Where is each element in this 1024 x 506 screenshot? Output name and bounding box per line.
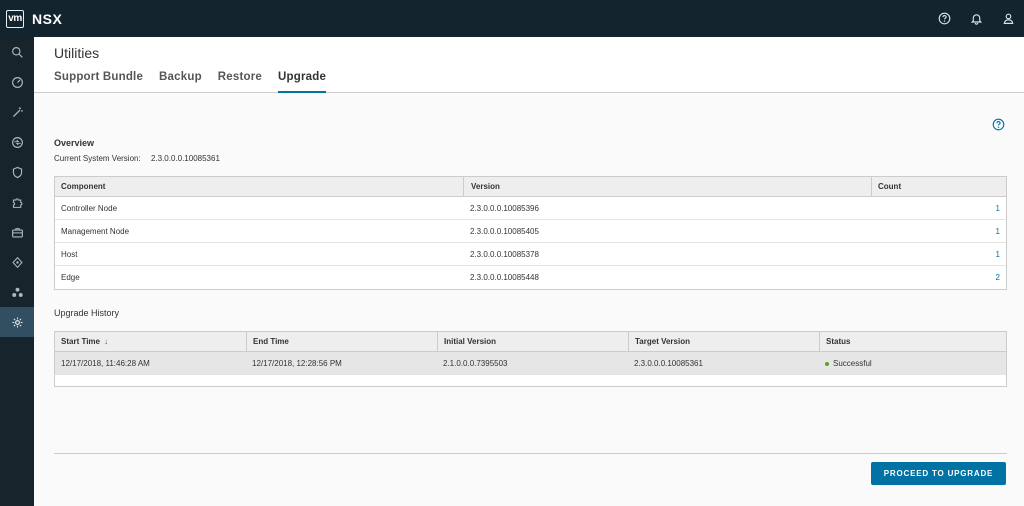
column-start-time[interactable]: Start Time ↓ <box>55 332 246 351</box>
user-icon[interactable] <box>992 0 1024 37</box>
history-table-header: Start Time ↓ End Time Initial Version Ta… <box>55 332 1006 352</box>
header-actions <box>928 0 1024 37</box>
component-version: 2.3.0.0.0.10085448 <box>470 273 539 282</box>
column-component[interactable]: Component <box>55 177 463 196</box>
nav-dashboard[interactable] <box>0 67 34 97</box>
inventory-icon <box>11 227 23 238</box>
success-status-icon <box>825 361 829 366</box>
network-icon <box>11 136 23 148</box>
column-status[interactable]: Status <box>819 332 1006 351</box>
component-name: Management Node <box>61 226 130 236</box>
component-count-link[interactable]: 1 <box>871 243 1006 265</box>
nav-fabric[interactable] <box>0 277 34 307</box>
help-icon[interactable] <box>928 0 960 37</box>
upgrade-history-title: Upgrade History <box>54 308 120 318</box>
component-name: Host <box>61 249 78 259</box>
search-icon <box>11 46 23 58</box>
sort-descending-icon[interactable]: ↓ <box>104 337 108 346</box>
component-version: 2.3.0.0.0.10085396 <box>470 203 539 213</box>
column-version[interactable]: Version <box>463 177 871 196</box>
proceed-to-upgrade-button[interactable]: PROCEED TO UPGRADE <box>871 462 1006 485</box>
component-name: Edge <box>61 273 80 282</box>
footer-divider <box>54 453 1007 454</box>
table-row: Host 2.3.0.0.0.10085378 1 <box>55 243 1006 266</box>
column-start-time-label: Start Time <box>61 337 100 346</box>
cluster-icon <box>11 287 23 297</box>
utility-tabs: Support Bundle Backup Restore Upgrade <box>54 69 342 93</box>
component-name: Controller Node <box>61 203 118 213</box>
table-row: Management Node 2.3.0.0.0.10085405 1 <box>55 220 1006 243</box>
puzzle-icon <box>12 197 22 208</box>
tab-upgrade[interactable]: Upgrade <box>278 69 327 93</box>
top-header: vm NSX <box>0 0 1024 37</box>
tab-restore[interactable]: Restore <box>218 69 262 93</box>
tab-backup[interactable]: Backup <box>159 69 202 93</box>
initial-version: 2.1.0.0.0.7395503 <box>443 359 508 368</box>
component-table-header: Component Version Count <box>55 177 1006 197</box>
page-help-icon[interactable] <box>992 118 1005 131</box>
upgrade-status: Successful <box>819 352 1006 375</box>
history-row[interactable]: 12/17/2018, 11:46:28 AM 12/17/2018, 12:2… <box>55 352 1006 375</box>
component-count-link[interactable]: 1 <box>871 197 1006 219</box>
status-text: Successful <box>833 359 872 368</box>
current-version-value: 2.3.0.0.0.10085361 <box>150 154 220 163</box>
nav-system[interactable] <box>0 307 34 337</box>
table-row: Edge 2.3.0.0.0.10085448 2 <box>55 266 1006 289</box>
nav-advanced[interactable] <box>0 247 34 277</box>
tab-support-bundle[interactable]: Support Bundle <box>54 69 143 93</box>
current-version: Current System Version: 2.3.0.0.0.100853… <box>54 154 220 163</box>
component-version: 2.3.0.0.0.10085378 <box>470 249 539 259</box>
bell-icon[interactable] <box>960 0 992 37</box>
wand-icon <box>12 106 23 117</box>
nav-security[interactable] <box>0 157 34 187</box>
system-gear-icon <box>11 316 23 328</box>
dashboard-icon <box>11 76 23 88</box>
overview-title: Overview <box>54 138 95 148</box>
nav-tools[interactable] <box>0 217 34 247</box>
shield-icon <box>12 166 22 178</box>
column-end-time[interactable]: End Time <box>246 332 437 351</box>
target-version: 2.3.0.0.0.10085361 <box>634 359 703 368</box>
column-initial-version[interactable]: Initial Version <box>437 332 628 351</box>
end-time: 12/17/2018, 12:28:56 PM <box>252 359 342 368</box>
page-header: Utilities Support Bundle Backup Restore … <box>34 37 1024 93</box>
current-version-label: Current System Version: <box>54 154 141 163</box>
nav-networking[interactable] <box>0 127 34 157</box>
side-navigation <box>0 37 34 506</box>
column-target-version[interactable]: Target Version <box>628 332 819 351</box>
column-count[interactable]: Count <box>871 177 1006 196</box>
start-time: 12/17/2018, 11:46:28 AM <box>61 359 150 368</box>
component-version: 2.3.0.0.0.10085405 <box>470 226 539 236</box>
nav-inventory[interactable] <box>0 187 34 217</box>
tools-icon <box>11 256 23 268</box>
nav-search[interactable] <box>0 37 34 67</box>
table-row: Controller Node 2.3.0.0.0.10085396 1 <box>55 197 1006 220</box>
component-count-link[interactable]: 1 <box>871 220 1006 242</box>
component-count-link[interactable]: 2 <box>871 266 1006 289</box>
nav-getting-started[interactable] <box>0 97 34 127</box>
vmware-logo: vm <box>6 9 24 28</box>
component-table: Component Version Count Controller Node … <box>54 176 1007 290</box>
page-title: Utilities <box>54 45 100 61</box>
app-name: NSX <box>32 10 63 27</box>
upgrade-history-table: Start Time ↓ End Time Initial Version Ta… <box>54 331 1007 387</box>
